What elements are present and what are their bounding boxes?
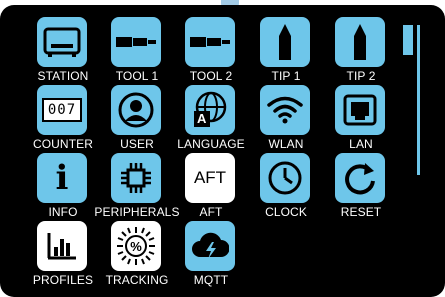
scrollbar-track-line: [417, 25, 420, 175]
menu-item-label: TIP 2: [346, 69, 376, 83]
user-icon: [111, 85, 161, 135]
scrollbar-thumb[interactable]: [403, 25, 413, 55]
tracking-glyph: %: [130, 238, 142, 254]
menu-item-label: LAN: [349, 137, 373, 151]
ethernet-icon: [335, 85, 385, 135]
tool-icon: [185, 17, 235, 67]
aft-glyph: AFT: [193, 168, 227, 187]
tip-icon: [260, 17, 310, 67]
tool-icon: [111, 17, 161, 67]
tracking-icon: %: [111, 221, 161, 271]
tip-icon: [335, 17, 385, 67]
aft-icon: AFT: [185, 153, 235, 203]
chip-icon: [111, 153, 161, 203]
profiles-icon: [37, 221, 87, 271]
counter-icon: 007: [37, 85, 87, 135]
mqtt-icon: [185, 221, 235, 271]
info-icon: i: [37, 153, 87, 203]
clock-icon: [260, 153, 310, 203]
scrollbar[interactable]: [403, 25, 423, 175]
menu-item-label: MQTT: [193, 273, 229, 287]
menu-item-label: RESET: [340, 205, 382, 219]
info-glyph: i: [55, 158, 69, 198]
menu-item-reset[interactable]: RESET: [308, 153, 414, 219]
wifi-icon: [260, 85, 310, 135]
station-icon: [37, 17, 87, 67]
counter-value: 007: [41, 98, 83, 122]
language-glyph: A: [197, 111, 207, 126]
menu-item-tip-2[interactable]: TIP 2: [308, 17, 414, 83]
language-icon: A: [185, 85, 235, 135]
menu-screen: STATION TOOL 1 TOOL 2 TIP 1 TIP 2 007 CO…: [0, 5, 445, 297]
reset-icon: [335, 153, 385, 203]
menu-item-mqtt[interactable]: MQTT: [158, 221, 264, 287]
menu-item-lan[interactable]: LAN: [308, 85, 414, 151]
